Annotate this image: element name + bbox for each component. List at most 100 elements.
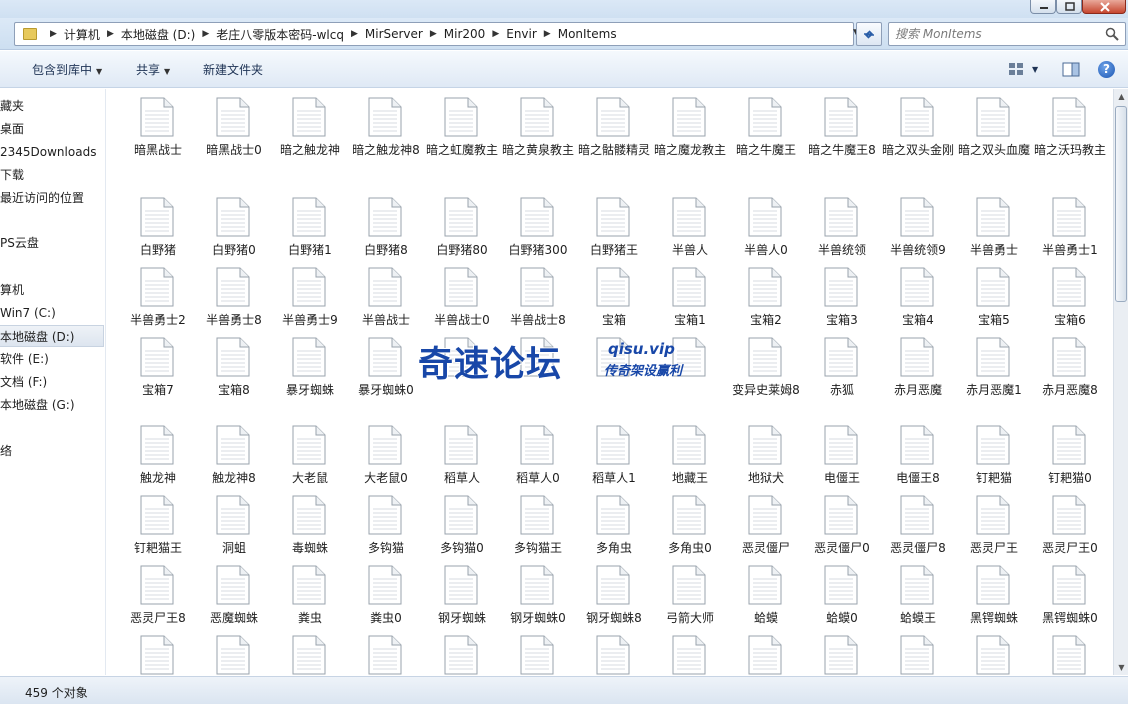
file-item[interactable]: 毒蜘蛛 <box>272 487 348 567</box>
maximize-button[interactable] <box>1056 0 1082 14</box>
file-item[interactable]: 宝箱 <box>576 259 652 339</box>
file-item[interactable]: 暗之虹魔教主 <box>424 89 500 169</box>
scroll-up-icon[interactable]: ▲ <box>1114 89 1128 104</box>
file-item[interactable]: 恶灵尸王0 <box>1032 487 1108 567</box>
nav-item-drive-e[interactable]: 软件 (E:) <box>0 348 104 370</box>
nav-item-downloads[interactable]: 下载 <box>0 164 104 186</box>
file-item[interactable] <box>880 627 956 675</box>
file-item[interactable]: 触龙神 <box>120 417 196 497</box>
file-item[interactable]: 半兽战士8 <box>500 259 576 339</box>
file-item[interactable]: 宝箱2 <box>728 259 804 339</box>
file-item[interactable]: 赤月恶魔1 <box>956 329 1032 409</box>
file-item[interactable]: 洞蛆 <box>196 487 272 567</box>
file-item[interactable]: 暗之触龙神 <box>272 89 348 169</box>
nav-item-recent-places[interactable]: 最近访问的位置 <box>0 187 104 209</box>
file-item[interactable]: 钉耙猫0 <box>1032 417 1108 497</box>
file-item[interactable]: 宝箱1 <box>652 259 728 339</box>
nav-item-2345downloads[interactable]: 2345Downloads <box>0 141 104 163</box>
breadcrumb-item[interactable]: Envir <box>506 27 537 41</box>
file-item[interactable]: 宝箱3 <box>804 259 880 339</box>
file-item[interactable] <box>652 627 728 675</box>
nav-item-drive-g[interactable]: 本地磁盘 (G:) <box>0 394 104 416</box>
file-item[interactable]: 白野猪王 <box>576 189 652 269</box>
breadcrumb-item[interactable]: Mir200 <box>444 27 486 41</box>
file-item[interactable]: 白野猪8 <box>348 189 424 269</box>
file-item[interactable]: 半兽勇士2 <box>120 259 196 339</box>
nav-item-drive-c[interactable]: Win7 (C:) <box>0 302 104 324</box>
file-item[interactable]: 多钩猫王 <box>500 487 576 567</box>
file-item[interactable] <box>500 627 576 675</box>
file-item[interactable]: 半兽人 <box>652 189 728 269</box>
file-item[interactable]: 稻草人 <box>424 417 500 497</box>
file-item[interactable]: 赤狐 <box>804 329 880 409</box>
breadcrumb-item[interactable]: MonItems <box>558 27 617 41</box>
file-item[interactable]: 半兽勇士 <box>956 189 1032 269</box>
file-item[interactable] <box>728 627 804 675</box>
file-item[interactable] <box>120 627 196 675</box>
vertical-scrollbar[interactable]: ▲ ▼ <box>1113 89 1128 675</box>
nav-item-drive-d[interactable]: 本地磁盘 (D:) <box>0 325 104 347</box>
file-item[interactable]: 钢牙蜘蛛0 <box>500 557 576 637</box>
file-item[interactable]: 多角虫0 <box>652 487 728 567</box>
file-item[interactable]: 恶灵尸王8 <box>120 557 196 637</box>
nav-item-network[interactable]: 络 <box>0 440 104 462</box>
file-item[interactable] <box>804 627 880 675</box>
chevron-right-icon[interactable]: ▶ <box>544 29 551 39</box>
file-item[interactable]: 恶灵僵尸0 <box>804 487 880 567</box>
nav-item-favorites[interactable]: 藏夹 <box>0 95 104 117</box>
close-button[interactable] <box>1082 0 1126 14</box>
include-in-library-button[interactable]: 包含到库中 ▼ <box>32 61 102 79</box>
search-icon[interactable] <box>1105 27 1119 41</box>
file-item[interactable]: 暗之触龙神8 <box>348 89 424 169</box>
file-item[interactable] <box>1032 627 1108 675</box>
file-item[interactable] <box>424 627 500 675</box>
file-item[interactable]: 弓箭大师 <box>652 557 728 637</box>
file-item[interactable]: 白野猪0 <box>196 189 272 269</box>
chevron-right-icon[interactable]: ▶ <box>492 29 499 39</box>
share-button[interactable]: 共享 ▼ <box>136 61 170 79</box>
file-item[interactable]: 粪虫0 <box>348 557 424 637</box>
scrollbar-thumb[interactable] <box>1115 106 1127 302</box>
file-item[interactable]: 宝箱5 <box>956 259 1032 339</box>
file-item[interactable]: 稻草人1 <box>576 417 652 497</box>
chevron-right-icon[interactable]: ▶ <box>202 29 209 39</box>
refresh-button[interactable] <box>856 22 882 46</box>
file-item[interactable]: 白野猪1 <box>272 189 348 269</box>
file-item[interactable]: 白野猪300 <box>500 189 576 269</box>
file-item[interactable]: 钢牙蜘蛛8 <box>576 557 652 637</box>
chevron-right-icon[interactable]: ▶ <box>107 29 114 39</box>
file-item[interactable]: 电僵王 <box>804 417 880 497</box>
file-item[interactable]: 多钩猫0 <box>424 487 500 567</box>
file-item[interactable]: 变异史莱姆8 <box>728 329 804 409</box>
file-item[interactable]: 半兽勇士1 <box>1032 189 1108 269</box>
new-folder-button[interactable]: 新建文件夹 <box>203 61 263 79</box>
chevron-right-icon[interactable]: ▶ <box>430 29 437 39</box>
breadcrumb-item[interactable]: 本地磁盘 (D:) <box>121 26 195 43</box>
file-item[interactable]: 地藏王 <box>652 417 728 497</box>
chevron-right-icon[interactable]: ▶ <box>351 29 358 39</box>
nav-item-desktop[interactable]: 桌面 <box>0 118 104 140</box>
file-item[interactable]: 宝箱8 <box>196 329 272 409</box>
change-view-icon[interactable] <box>1008 62 1024 77</box>
file-item[interactable]: 钢牙蜘蛛 <box>424 557 500 637</box>
file-item[interactable]: 暗之牛魔王8 <box>804 89 880 169</box>
file-item[interactable]: 暗黑战士0 <box>196 89 272 169</box>
file-item[interactable]: 赤月恶魔 <box>880 329 956 409</box>
file-item[interactable]: 半兽战士 <box>348 259 424 339</box>
breadcrumb-item[interactable]: 计算机 <box>64 26 100 43</box>
file-item[interactable]: 宝箱7 <box>120 329 196 409</box>
file-item[interactable]: 半兽统领 <box>804 189 880 269</box>
file-list-view[interactable]: 暗黑战士 暗黑战士0 暗之触龙神 暗之触龙神8 暗之虹魔教主 暗之黄泉教主 暗之骷髅精灵 暗之… <box>107 89 1113 675</box>
file-item[interactable]: 粪虫 <box>272 557 348 637</box>
file-item[interactable]: 黑锷蜘蛛 <box>956 557 1032 637</box>
file-item[interactable]: 宝箱6 <box>1032 259 1108 339</box>
file-item[interactable]: 半兽战士0 <box>424 259 500 339</box>
preview-pane-icon[interactable] <box>1062 62 1080 77</box>
file-item[interactable]: 宝箱4 <box>880 259 956 339</box>
file-item[interactable]: 稻草人0 <box>500 417 576 497</box>
file-item[interactable]: 赤月恶魔8 <box>1032 329 1108 409</box>
scroll-down-icon[interactable]: ▼ <box>1114 660 1128 675</box>
file-item[interactable]: 地狱犬 <box>728 417 804 497</box>
file-item[interactable]: 暴牙蜘蛛 <box>272 329 348 409</box>
breadcrumb-item[interactable]: MirServer <box>365 27 423 41</box>
